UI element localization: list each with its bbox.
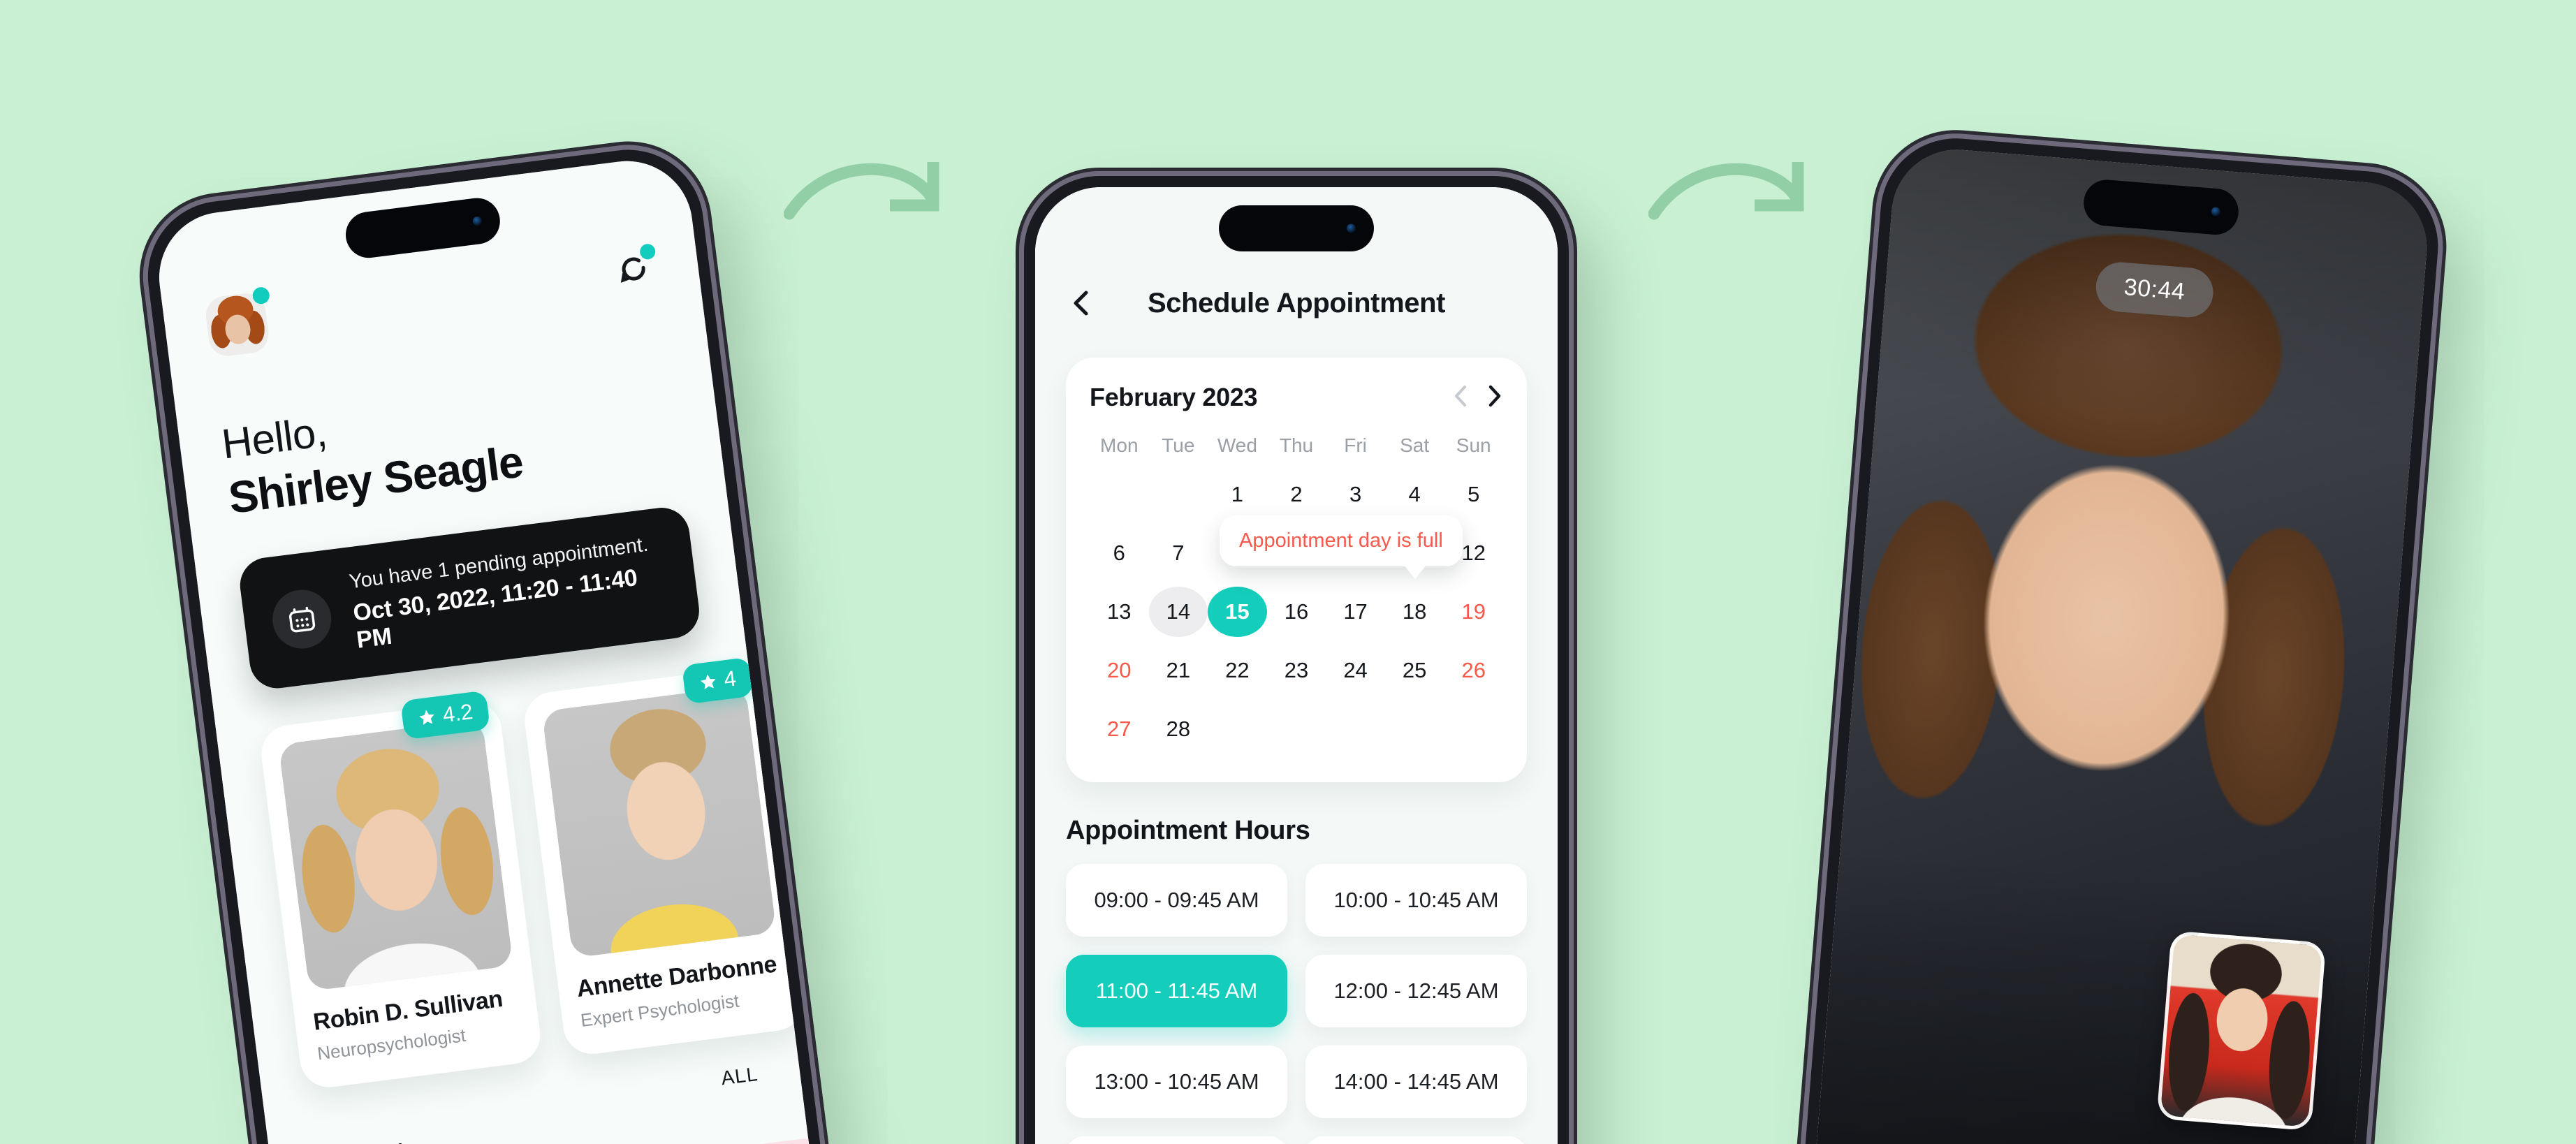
- calendar-day-21[interactable]: 21: [1149, 645, 1208, 696]
- calendar-day-13[interactable]: 13: [1090, 587, 1149, 637]
- flow-arrow-2: [1648, 145, 1816, 222]
- time-slot[interactable]: 12:00 - 12:45 AM: [1305, 955, 1527, 1027]
- time-slot[interactable]: 13:00 - 10:45 AM: [1066, 1046, 1287, 1118]
- calendar-day-22[interactable]: 22: [1208, 645, 1267, 696]
- calendar-next-button[interactable]: [1485, 384, 1503, 411]
- doctor-rating: 4.2: [441, 699, 474, 728]
- calendar-day-name: Sun: [1456, 434, 1491, 456]
- calendar-day-1[interactable]: 1: [1208, 469, 1267, 520]
- pending-appointment-card[interactable]: You have 1 pending appointment. Oct 30, …: [237, 504, 703, 692]
- calendar-day-3[interactable]: 3: [1326, 469, 1385, 520]
- calendar-day-26[interactable]: 26: [1444, 645, 1503, 696]
- calendar-day-name: Sat: [1400, 434, 1430, 456]
- calendar-prev-button[interactable]: [1451, 384, 1470, 411]
- time-slot[interactable]: 16:00 - 16:45 AM: [1305, 1136, 1527, 1144]
- calendar-day-24[interactable]: 24: [1326, 645, 1385, 696]
- self-view-pip[interactable]: [2156, 930, 2327, 1131]
- appointment-hours-title: Appointment Hours: [1066, 816, 1310, 845]
- calendar-cell-empty: [1090, 469, 1149, 520]
- phone-home-screen: Hello, Shirley Seagle You have 1 pending: [139, 140, 837, 1144]
- featured-doctors-carousel[interactable]: 4.2 Robin D. Sullivan Neuropsychologist …: [258, 657, 807, 1091]
- avatar[interactable]: [203, 286, 271, 358]
- calendar-day-name: Tue: [1162, 434, 1195, 456]
- calendar-day-27[interactable]: 27: [1090, 704, 1149, 754]
- calendar-month-label: February 2023: [1090, 383, 1258, 411]
- doctor-card[interactable]: 4.2 Robin D. Sullivan Neuropsychologist: [258, 690, 544, 1091]
- call-timer: 30:44: [2094, 260, 2215, 319]
- time-slot[interactable]: 14:00 - 14:45 AM: [1305, 1046, 1527, 1118]
- dynamic-island: [1219, 205, 1374, 251]
- calendar-day-4[interactable]: 4: [1385, 469, 1444, 520]
- calendar-day-name: Mon: [1100, 434, 1139, 456]
- page-title: Schedule Appointment: [1147, 287, 1446, 318]
- calendar-day-name: Thu: [1279, 434, 1314, 456]
- time-slot[interactable]: 09:00 - 09:45 AM: [1066, 864, 1287, 937]
- phone-schedule-screen: Schedule Appointment February 2023 Mon T…: [1024, 176, 1569, 1144]
- calendar-day-name: Wed: [1217, 434, 1257, 456]
- doctor-card[interactable]: 4 Annette Darbonne Expert Psychologist: [521, 657, 807, 1057]
- category-chip[interactable]: Anger Ma: [691, 1136, 825, 1144]
- time-slot[interactable]: 15:00 - 15:45 AM: [1066, 1136, 1287, 1144]
- calendar-day-name: Fri: [1344, 434, 1367, 456]
- calendar-day-15[interactable]: 15: [1208, 587, 1267, 637]
- calendar-day-18[interactable]: 18: [1385, 587, 1444, 637]
- time-slot[interactable]: 10:00 - 10:45 AM: [1305, 864, 1527, 937]
- doctor-photo: [278, 719, 513, 992]
- time-slot[interactable]: 11:00 - 11:45 AM: [1066, 955, 1287, 1027]
- calendar[interactable]: February 2023 Mon Tue Wed Thu Fri Sat Sun: [1066, 358, 1527, 782]
- calendar-day-23[interactable]: 23: [1267, 645, 1326, 696]
- chat-button[interactable]: [610, 243, 658, 293]
- tooltip-appointment-full: Appointment day is full: [1220, 515, 1463, 579]
- calendar-grid[interactable]: 1234567891011121314151617181920212223242…: [1090, 469, 1503, 754]
- calendar-day-2[interactable]: 2: [1267, 469, 1326, 520]
- calendar-day-17[interactable]: 17: [1326, 587, 1385, 637]
- calendar-day-19[interactable]: 19: [1444, 587, 1503, 637]
- phone-video-call-screen: 30:44: [1794, 132, 2444, 1144]
- calendar-day-28[interactable]: 28: [1149, 704, 1208, 754]
- star-icon: [700, 674, 716, 690]
- chevron-right-icon: [1488, 385, 1501, 406]
- poster-canvas: Hello, Shirley Seagle You have 1 pending: [0, 0, 2576, 1144]
- flow-arrow-1: [784, 145, 951, 222]
- time-slot-grid[interactable]: 09:00 - 09:45 AM 10:00 - 10:45 AM 11:00 - …: [1066, 864, 1527, 1144]
- calendar-day-16[interactable]: 16: [1267, 587, 1326, 637]
- star-icon: [419, 710, 434, 725]
- calendar-day-5[interactable]: 5: [1444, 469, 1503, 520]
- doctor-rating: 4: [722, 666, 738, 692]
- greeting: Hello, Shirley Seagle: [219, 364, 682, 524]
- chevron-left-icon: [1455, 385, 1466, 406]
- calendar-cell-empty: [1149, 469, 1208, 520]
- calendar-icon: [269, 586, 335, 652]
- calendar-day-names: Mon Tue Wed Thu Fri Sat Sun: [1090, 434, 1503, 457]
- calendar-day-14[interactable]: 14: [1148, 587, 1208, 637]
- calendar-day-20[interactable]: 20: [1090, 645, 1149, 696]
- calendar-day-7[interactable]: 7: [1149, 528, 1208, 578]
- calendar-day-25[interactable]: 25: [1385, 645, 1444, 696]
- calendar-day-6[interactable]: 6: [1090, 528, 1149, 578]
- doctor-photo: [541, 685, 777, 958]
